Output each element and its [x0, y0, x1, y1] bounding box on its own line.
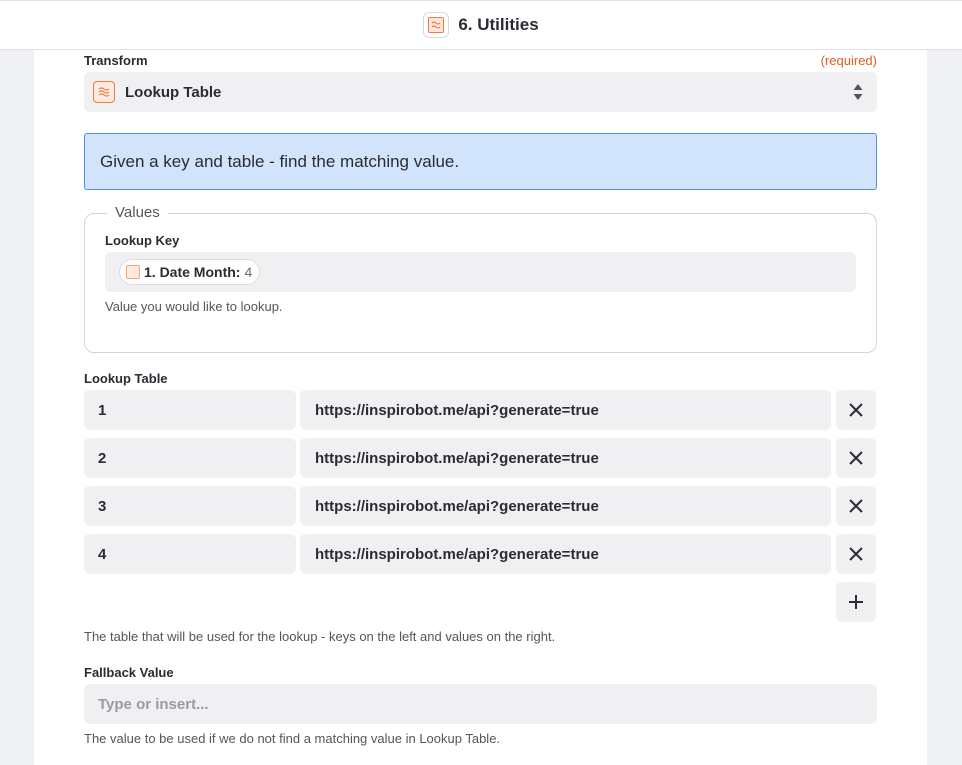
close-icon	[849, 403, 863, 417]
lookup-row-value[interactable]: https://inspirobot.me/api?generate=true	[300, 438, 831, 478]
pill-field-value: 4	[244, 264, 253, 280]
utilities-app-icon	[423, 12, 450, 38]
values-fieldset: Values Lookup Key 1. Date Month: 4 Value…	[84, 204, 877, 353]
lookup-row-key[interactable]: 2	[84, 438, 296, 478]
step-header: 6. Utilities	[0, 0, 962, 50]
step-title: 6. Utilities	[458, 15, 539, 34]
transform-select-value: Lookup Table	[125, 83, 222, 101]
formatter-icon	[93, 81, 115, 103]
lookup-row-key[interactable]: 4	[84, 534, 296, 574]
pill-field-name: 1. Date Month:	[144, 264, 241, 280]
required-indicator: (required)	[820, 53, 877, 68]
close-icon	[849, 547, 863, 561]
fallback-value-input[interactable]	[84, 684, 877, 724]
transform-select[interactable]: Lookup Table	[84, 72, 877, 112]
fallback-label: Fallback Value	[84, 665, 174, 680]
lookup-key-help: Value you would like to lookup.	[105, 299, 283, 314]
lookup-key-label: Lookup Key	[105, 233, 180, 248]
lookup-table-help: The table that will be used for the look…	[84, 629, 556, 644]
lookup-table-label: Lookup Table	[84, 371, 168, 386]
info-banner: Given a key and table - find the matchin…	[84, 133, 877, 190]
calendar-icon	[126, 265, 140, 279]
fallback-help: The value to be used if we do not find a…	[84, 731, 501, 746]
add-row-button[interactable]	[836, 582, 876, 622]
transform-label: Transform	[84, 53, 148, 68]
lookup-row-value[interactable]: https://inspirobot.me/api?generate=true	[300, 534, 831, 574]
remove-row-button[interactable]	[836, 390, 876, 430]
lookup-key-input[interactable]: 1. Date Month: 4	[105, 252, 856, 292]
lookup-row-key[interactable]: 3	[84, 486, 296, 526]
lookup-row-key[interactable]: 1	[84, 390, 296, 430]
remove-row-button[interactable]	[836, 438, 876, 478]
remove-row-button[interactable]	[836, 534, 876, 574]
select-arrows-icon	[853, 84, 863, 100]
mapped-field-pill[interactable]: 1. Date Month: 4	[119, 259, 261, 285]
lookup-row-value[interactable]: https://inspirobot.me/api?generate=true	[300, 486, 831, 526]
plus-icon	[849, 595, 863, 609]
close-icon	[849, 451, 863, 465]
remove-row-button[interactable]	[836, 486, 876, 526]
close-icon	[849, 499, 863, 513]
step-config-panel: Transform (required) Lookup Table Given …	[34, 50, 927, 765]
lookup-row-value[interactable]: https://inspirobot.me/api?generate=true	[300, 390, 831, 430]
values-legend: Values	[107, 204, 168, 221]
